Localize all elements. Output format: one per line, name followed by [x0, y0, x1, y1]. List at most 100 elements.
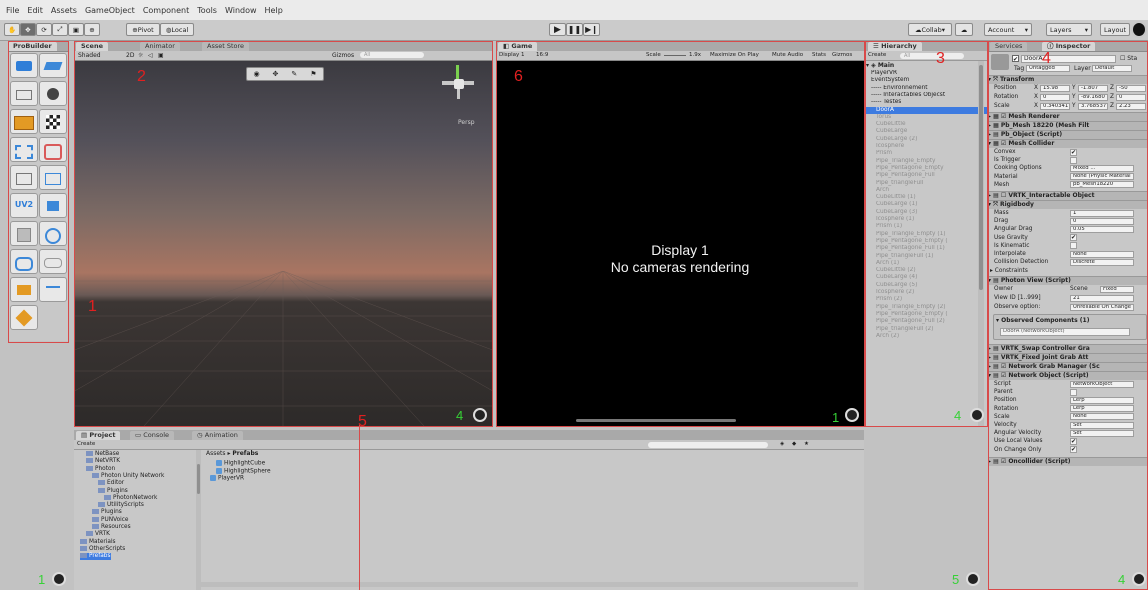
property-field[interactable]: Discrete: [1070, 258, 1134, 266]
view-tool-icon[interactable]: ◉: [253, 70, 259, 78]
hierarchy-item[interactable]: Icosphere: [866, 143, 987, 150]
hierarchy-search-input[interactable]: All: [900, 52, 964, 59]
hierarchy-item[interactable]: Pipe_triangleFull: [866, 180, 987, 187]
hierarchy-item[interactable]: CubeLittle: [866, 121, 987, 128]
mesh-collider-header[interactable]: ▾ ▦ ☑ Mesh Collider: [988, 139, 1148, 148]
object-name-field[interactable]: DoorA: [1021, 55, 1116, 63]
move-tool-icon[interactable]: ✥: [273, 70, 279, 78]
photon-view-header[interactable]: ▾ ▤ Photon View (Script): [988, 276, 1148, 285]
probuilder-uv-icon[interactable]: [10, 109, 38, 134]
probuilder-uv2-icon[interactable]: UV2: [10, 193, 38, 218]
hierarchy-item[interactable]: Prism: [866, 150, 987, 157]
property-field[interactable]: None: [1070, 250, 1134, 258]
probuilder-merge-icon[interactable]: [39, 221, 67, 246]
folder-item[interactable]: Editor: [98, 480, 124, 487]
property-checkbox[interactable]: ✔: [1070, 148, 1077, 156]
project-create-button[interactable]: Create: [77, 440, 95, 449]
scale-z-field[interactable]: 2.23: [1116, 102, 1146, 110]
menu-gameobject[interactable]: GameObject: [85, 6, 135, 15]
folder-item[interactable]: UtilityScripts: [98, 502, 144, 509]
favorites-star-icon[interactable]: ★: [804, 440, 809, 449]
probuilder-mirror-icon[interactable]: [39, 165, 67, 190]
scene-search-input[interactable]: All: [360, 52, 424, 58]
lighting-icon[interactable]: ☼: [138, 52, 143, 59]
menu-component[interactable]: Component: [143, 6, 189, 15]
observe-option-dropdown[interactable]: Unreliable On Change: [1070, 303, 1134, 311]
property-checkbox[interactable]: ✔: [1070, 446, 1077, 454]
property-checkbox[interactable]: ✔: [1070, 437, 1077, 445]
local-toggle[interactable]: ◍ Local: [160, 23, 194, 36]
hierarchy-item[interactable]: ----- Interactables Objecst: [866, 92, 983, 99]
folder-item[interactable]: PUNVoice: [92, 516, 129, 524]
property-checkbox[interactable]: [1070, 242, 1077, 250]
project-search-input[interactable]: [648, 441, 768, 448]
property-checkbox[interactable]: ✔: [1070, 234, 1077, 242]
property-field[interactable]: 1: [1070, 209, 1134, 217]
property-field[interactable]: pb_Mesh18220: [1070, 181, 1134, 189]
filter-label-icon[interactable]: ◆: [792, 440, 796, 449]
folder-item[interactable]: Resources: [92, 524, 131, 531]
play-button[interactable]: ▶: [549, 23, 566, 36]
probuilder-plane-icon[interactable]: [39, 53, 67, 78]
hierarchy-item[interactable]: DoorA: [866, 106, 987, 114]
network-grab-header[interactable]: ▸ ▤ ☑ Network Grab Manager (Sc: [988, 362, 1148, 371]
position-y-field[interactable]: -1.807: [1078, 84, 1108, 92]
folder-item[interactable]: Photon: [86, 465, 115, 473]
hierarchy-item[interactable]: CubeLittle (2): [866, 267, 987, 274]
scale-x-field[interactable]: 0.340341: [1040, 102, 1070, 110]
menu-edit[interactable]: Edit: [27, 6, 43, 15]
vrtk-interactable-header[interactable]: ▸ ▤ ☐ VRTK_Interactable Object: [988, 191, 1148, 200]
menu-help[interactable]: Help: [265, 6, 283, 15]
rotate-tool-icon[interactable]: ⟳: [36, 23, 52, 36]
flag-icon[interactable]: ⚑: [310, 70, 316, 78]
game-scrollbar[interactable]: [576, 419, 736, 422]
mesh-renderer-header[interactable]: ▸ ▦ ☑ Mesh Renderer: [988, 112, 1148, 121]
project-tree-scrollbar[interactable]: [196, 450, 201, 590]
maximize-on-play-toggle[interactable]: Maximize On Play: [710, 51, 759, 60]
services-cloud-button[interactable]: ☁: [955, 23, 973, 36]
probuilder-cube-icon[interactable]: [10, 221, 38, 246]
menu-window[interactable]: Window: [225, 6, 257, 15]
hierarchy-item[interactable]: Prism (1): [866, 223, 987, 230]
hierarchy-item[interactable]: Pipe_Pentagone_Empty (: [866, 311, 987, 318]
hierarchy-item[interactable]: Icosphere (1): [866, 216, 987, 223]
folder-item[interactable]: Plugins: [92, 509, 122, 516]
pause-button[interactable]: ❚❚: [566, 23, 583, 36]
hierarchy-item[interactable]: Pipe_Triangle_Empty: [866, 158, 987, 165]
constraints-row[interactable]: ▸ Constraints: [988, 267, 1148, 275]
transform-header[interactable]: ▾ ⤧ Transform: [988, 75, 1148, 84]
observed-component-field[interactable]: DoorA (NetworkObject): [1000, 328, 1130, 336]
vrtk-fixed-header[interactable]: ▸ ▤ VRTK_Fixed Joint Grab Att: [988, 353, 1148, 362]
probuilder-flip-icon[interactable]: [10, 249, 38, 274]
oncollider-header[interactable]: ▸ ▤ ☑ Oncollider (Script): [988, 457, 1148, 466]
effects-icon[interactable]: ▣: [158, 52, 164, 59]
hierarchy-create-button[interactable]: Create: [868, 51, 886, 60]
game-gizmos-toggle[interactable]: Gizmos: [832, 51, 852, 60]
hierarchy-scrollbar[interactable]: [978, 61, 984, 426]
probuilder-select-faces-icon[interactable]: [10, 137, 38, 162]
pb-mesh-header[interactable]: ▸ ▦ Pb_Mesh 18220 (Mesh Filt: [988, 121, 1148, 130]
folder-item[interactable]: Photon Unity Network: [92, 472, 164, 480]
probuilder-extrude-icon[interactable]: [10, 305, 38, 330]
tab-asset-store[interactable]: Asset Store: [202, 42, 250, 51]
project-horizontal-scrollbar[interactable]: [200, 582, 858, 587]
view-id-field[interactable]: 21: [1070, 294, 1134, 302]
folder-item[interactable]: Plugins: [98, 487, 128, 495]
probuilder-checker-icon[interactable]: [39, 109, 67, 134]
transform-tool-icon[interactable]: ⊕: [84, 23, 100, 36]
stats-toggle[interactable]: Stats: [812, 51, 826, 60]
audio-icon[interactable]: ◁: [148, 52, 153, 59]
scene-viewport[interactable]: ◉ ✥ ✎ ⚑ Persp: [74, 61, 492, 426]
property-field[interactable]: Set: [1070, 421, 1134, 429]
menu-file[interactable]: File: [6, 6, 19, 15]
hierarchy-item[interactable]: ----- Environnement: [866, 85, 983, 92]
tab-console[interactable]: ▭ Console: [130, 431, 175, 440]
folder-item[interactable]: Materials: [80, 538, 116, 546]
position-z-field[interactable]: -50: [1116, 84, 1146, 92]
breadcrumb-root[interactable]: Assets: [206, 450, 226, 457]
hierarchy-item[interactable]: CubeLarge (5): [866, 282, 987, 289]
hierarchy-item[interactable]: Icosphere (2): [866, 289, 987, 296]
hierarchy-item[interactable]: Pipe_Triangle_Empty (2): [866, 304, 987, 311]
filter-type-icon[interactable]: ◈: [780, 440, 784, 449]
hierarchy-item[interactable]: CubeLarge (3): [866, 209, 987, 216]
